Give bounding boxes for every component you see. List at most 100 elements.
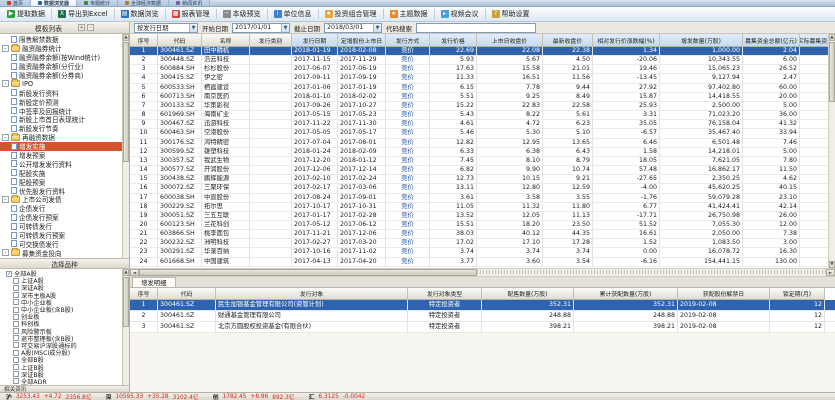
universe-item-深证A股[interactable]: 深证A股 <box>0 284 122 291</box>
detail-column-header-累计获配数量(万股)[interactable]: 累计获配数量(万股) <box>574 288 678 300</box>
sidebar-item-上市公司发债[interactable]: -上市公司发债 <box>0 195 122 204</box>
universe-item-全部A股[interactable]: ✓全部A股 <box>0 270 122 277</box>
detail-column-header-获配股份解禁日[interactable]: 获配股份解禁日 <box>678 288 770 300</box>
window-tab-首页[interactable]: 首页 <box>0 0 31 6</box>
checkbox-icon[interactable] <box>13 292 19 298</box>
checkbox-icon[interactable] <box>13 342 19 348</box>
universe-item-深市主板A股[interactable]: 深市主板A股 <box>0 292 122 299</box>
checkbox-icon[interactable] <box>13 285 19 291</box>
table-row[interactable]: 6600713.SH南京医药2018-01-102018-02-02竞价5.51… <box>130 93 828 102</box>
table-row[interactable]: 24601668.SH中国建筑2017-04-132017-04-20竞价3.7… <box>130 258 828 267</box>
window-tab-全球经济数据[interactable]: 全球经济数据 <box>118 0 169 6</box>
sidebar-item-融资融券余额(分行业)[interactable]: 融资融券余额(分行业) <box>0 62 122 71</box>
column-header-名称[interactable]: 名称 <box>202 34 250 47</box>
sidebar-item-融资融券统计[interactable]: -融资融券统计 <box>0 44 122 53</box>
universe-item-中小企业板(含B股)[interactable]: 中小企业板(含B股) <box>0 306 122 313</box>
column-header-相对发行价涨跌幅(%)[interactable]: 相对发行价涨跌幅(%) <box>593 34 660 47</box>
detail-column-header-代码[interactable]: 代码 <box>158 288 216 300</box>
视频会议-button[interactable]: ▸视频会议 <box>437 8 483 21</box>
table-row[interactable]: 15300438.SZ鹏辉能源2017-02-102017-02-24竞价12.… <box>130 175 828 184</box>
table-row[interactable]: 13300357.SZ我武生物2017-12-202018-01-12竞价7.4… <box>130 157 828 166</box>
column-header-发行方式[interactable]: 发行方式 <box>386 34 430 47</box>
scroll-right-icon[interactable]: ► <box>826 269 835 276</box>
scroll-up-icon[interactable]: ▲ <box>123 269 129 276</box>
checkbox-icon[interactable] <box>13 328 19 334</box>
sidebar-item-新股发行节奏[interactable]: 新股发行节奏 <box>0 124 122 133</box>
tree-collapse-all-button[interactable]: - <box>87 24 94 31</box>
sidebar-item-募集资金投向[interactable]: -募集资金投向 <box>0 248 122 257</box>
universe-item-上证A股[interactable]: 上证A股 <box>0 277 122 284</box>
column-header-募集资金总额(亿元)[interactable]: 募集资金总额(亿元) <box>743 34 800 47</box>
table-row[interactable]: 14300577.SZ开润股份2017-12-062017-12-14竞价6.8… <box>130 166 828 175</box>
universe-item-全部ADR[interactable]: 全部ADR <box>0 378 122 385</box>
sidebar-item-融资融券余额(按Wind统计)[interactable]: 融资融券余额(按Wind统计) <box>0 53 122 62</box>
scroll-left-icon[interactable]: ◄ <box>130 269 139 276</box>
sidebar-item-增发实施[interactable]: 增发实施 <box>0 142 122 151</box>
table-row[interactable]: 2300448.SZ浩云科技2017-11-152017-11-29竞价5.93… <box>130 56 828 65</box>
window-tab-数据浏览器[interactable]: 数据浏览器 <box>31 0 77 6</box>
导出到Excel-button[interactable]: X导出到Excel <box>54 8 112 21</box>
sidebar-item-配股预案[interactable]: 配股预案 <box>0 177 122 186</box>
column-header-实际募集资金净额(亿元)[interactable]: 实际募集资金净额(亿元) <box>800 34 828 47</box>
universe-item-风险警示板[interactable]: 风险警示板 <box>0 328 122 335</box>
window-tab-新闻资讯[interactable]: 新闻资讯 <box>169 0 210 6</box>
code-search-input[interactable] <box>416 23 536 33</box>
detail-table-row[interactable]: 2300461.SZ财通基金管理有限公司特定投资者248.88248.88201… <box>130 311 835 322</box>
detail-table-row[interactable]: 3300461.SZ北京方圆股权投资基金(有限合伙)特定投资者398.21398… <box>130 322 835 333</box>
table-row[interactable]: 8601969.SH海南矿业2017-05-152017-05-23竞价5.43… <box>130 111 828 120</box>
checkbox-icon[interactable] <box>13 299 19 305</box>
detail-column-header-发行对象类型[interactable]: 发行对象类型 <box>408 288 482 300</box>
table-row[interactable]: 16300072.SZ三聚环保2017-02-172017-03-06竞价13.… <box>130 184 828 193</box>
sidebar-item-可转债发行[interactable]: 可转债发行 <box>0 222 122 231</box>
checkbox-icon[interactable] <box>13 307 19 313</box>
table-horizontal-scrollbar[interactable]: ◄ ► <box>130 268 835 277</box>
universe-scrollbar[interactable]: ▲ <box>123 269 130 385</box>
本级预览-button[interactable]: ─本级预览 <box>219 8 265 21</box>
checkbox-icon[interactable] <box>13 371 19 377</box>
collapse-expander-icon[interactable]: - <box>2 80 9 87</box>
checkbox-icon[interactable] <box>13 335 19 341</box>
table-row[interactable]: 5600533.SH栖霞建设2017-01-062017-01-19竞价6.15… <box>130 84 828 93</box>
sidebar-item-新股定价预测[interactable]: 新股定价预测 <box>0 97 122 106</box>
start-date-picker[interactable]: 2017/01/01 ▼ <box>232 23 290 33</box>
scroll-up-icon[interactable]: ▲ <box>829 34 835 41</box>
tree-scroll-thumb[interactable] <box>123 42 129 162</box>
sidebar-item-配股实施[interactable]: 配股实施 <box>0 168 122 177</box>
table-row[interactable]: 9300467.SZ迅游科技2017-11-222017-11-30竞价4.61… <box>130 120 828 129</box>
checkbox-icon[interactable] <box>13 321 19 327</box>
universe-item-全部B股[interactable]: 全部B股 <box>0 356 122 363</box>
tree-expand-all-button[interactable]: + <box>78 24 85 31</box>
table-row[interactable]: 1300461.SZ田中精机2018-01-192018-02-08竞价22.6… <box>130 47 828 56</box>
window-tab-专题统计[interactable]: 专题统计 <box>77 0 118 6</box>
column-header-最新收盘价[interactable]: 最新收盘价 <box>543 34 593 47</box>
collapse-expander-icon[interactable]: - <box>2 249 9 256</box>
date-type-select[interactable]: 按发行日期 ▼ <box>134 23 198 33</box>
sidebar-item-企债发行预案[interactable]: 企债发行预案 <box>0 213 122 222</box>
universe-scroll-thumb[interactable] <box>123 277 129 327</box>
collapse-expander-icon[interactable]: - <box>2 134 9 141</box>
table-row[interactable]: 19300051.SZ三五互联2017-01-172017-02-28竞价13.… <box>130 212 828 221</box>
sidebar-item-可交换债发行[interactable]: 可交换债发行 <box>0 239 122 248</box>
detail-column-header-发行对象[interactable]: 发行对象 <box>216 288 408 300</box>
table-row[interactable]: 18300229.SZ拓尔思2017-10-172017-10-31竞价11.0… <box>130 203 828 212</box>
universe-item-中小企业板[interactable]: 中小企业板 <box>0 299 122 306</box>
checkbox-icon[interactable] <box>13 357 19 363</box>
table-hscroll-track[interactable] <box>477 269 826 276</box>
column-header-发行价格[interactable]: 发行价格 <box>430 34 477 47</box>
column-header-发行类别[interactable]: 发行类别 <box>250 34 292 47</box>
table-row[interactable]: 3600884.SH杉杉股份2017-06-072017-06-19竞价17.6… <box>130 65 828 74</box>
table-row[interactable]: 17600038.SH中直股份2017-08-242017-09-01竞价3.6… <box>130 194 828 203</box>
column-header-代码[interactable]: 代码 <box>158 34 202 47</box>
提取数据-button[interactable]: ▶提取数据 <box>3 8 49 21</box>
end-date-picker[interactable]: 2018/03/01 ▼ <box>324 23 382 33</box>
checkbox-icon[interactable] <box>13 378 19 384</box>
sidebar-item-优先股发行资料[interactable]: 优先股发行资料 <box>0 186 122 195</box>
column-header-序号[interactable]: 序号 <box>130 34 158 47</box>
sidebar-item-再融资数据[interactable]: -再融资数据 <box>0 133 122 142</box>
table-vertical-scrollbar[interactable]: ▲ ▼ <box>828 34 835 268</box>
table-row[interactable]: 20600123.SH兰花科创2017-05-122017-06-12竞价15.… <box>130 221 828 230</box>
related-news-bar[interactable]: 相关资讯 <box>0 385 130 392</box>
column-header-发行日期[interactable]: 发行日期 <box>292 34 338 47</box>
universe-item-创业板[interactable]: 创业板 <box>0 313 122 320</box>
tab-placement-detail[interactable]: 增发明细 <box>132 277 176 287</box>
